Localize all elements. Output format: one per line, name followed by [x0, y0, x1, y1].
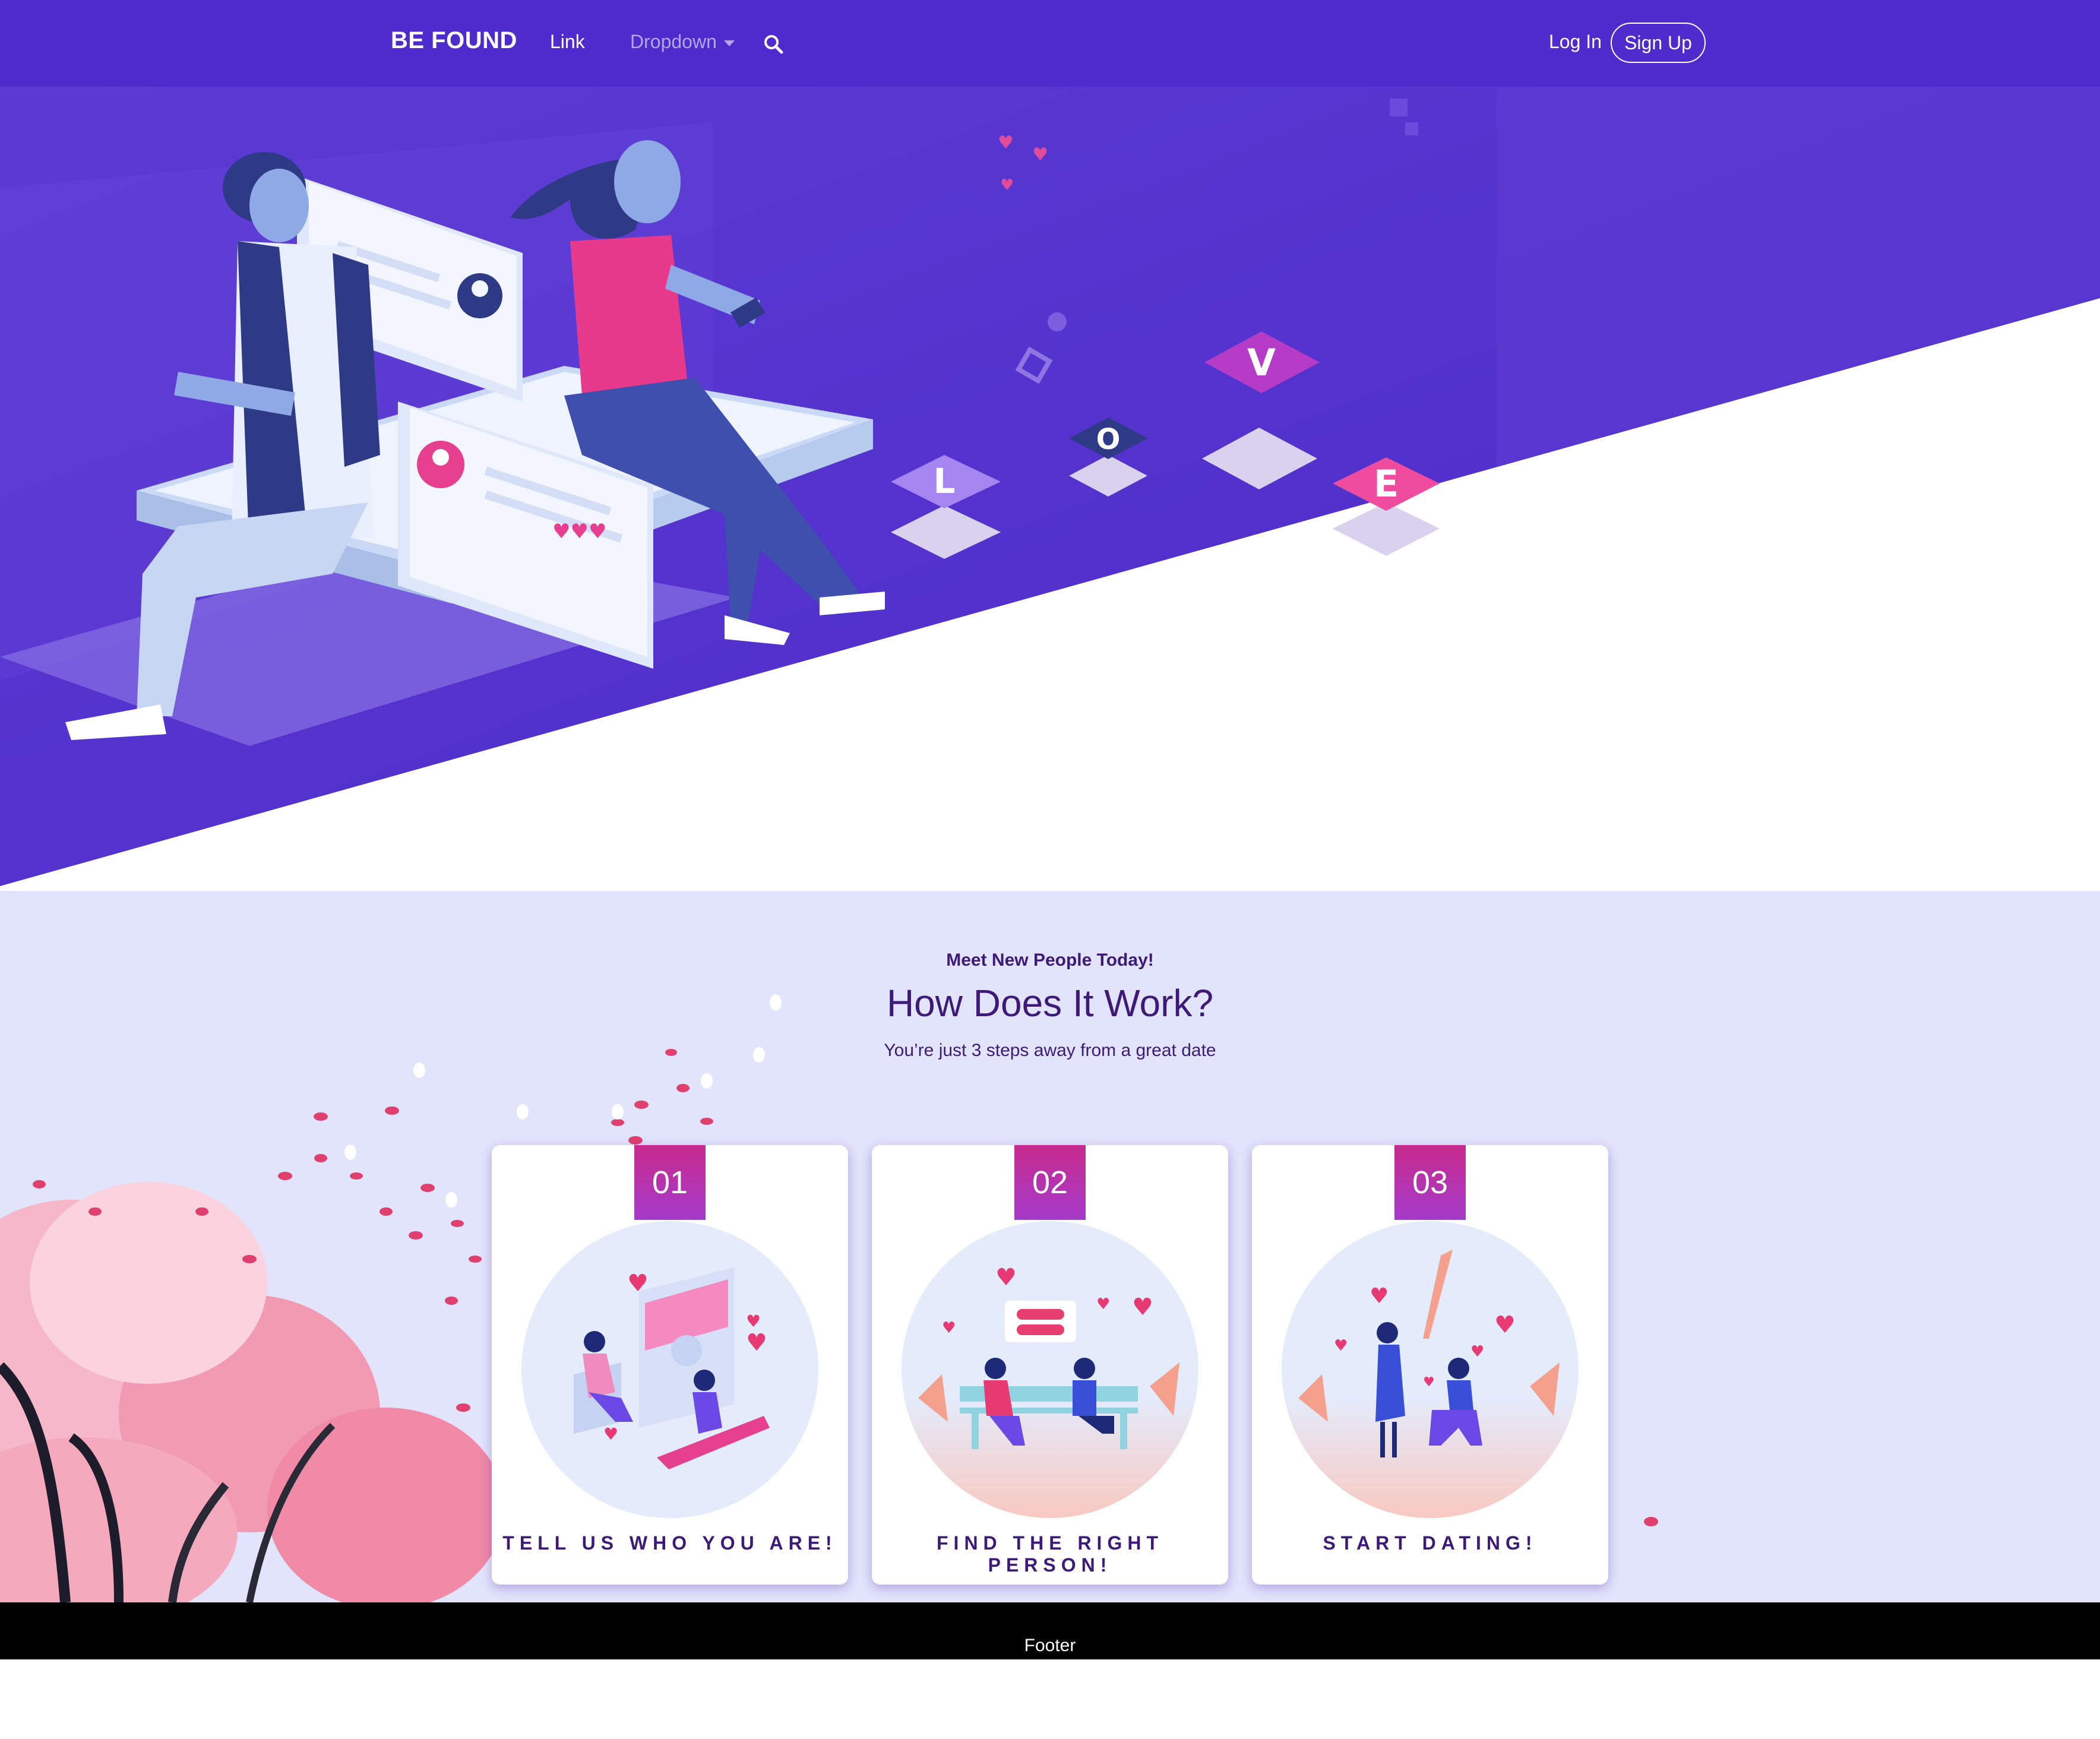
step-illustration-profile: ♥ ♥ ♥ ♥: [521, 1221, 818, 1518]
svg-text:♥: ♥: [1423, 1375, 1435, 1390]
navbar-inner: BE FOUND Link Dropdown Log In Sign Up: [0, 0, 2100, 87]
section-subtitle: You’re just 3 steps away from a great da…: [884, 1041, 1216, 1060]
svg-text:♥: ♥: [1132, 1294, 1153, 1321]
step-card[interactable]: 01 ♥ ♥ ♥ ♥ TELL US WHO YOU ARE!: [492, 1145, 848, 1585]
svg-text:♥: ♥: [1334, 1337, 1348, 1355]
decor-square: [1405, 122, 1418, 135]
hero-section: ♥♥♥ ×: [0, 87, 2100, 891]
footer-text: Footer: [1024, 1636, 1076, 1655]
step-label: TELL US WHO YOU ARE!: [502, 1532, 837, 1554]
svg-text:♥: ♥: [1470, 1343, 1484, 1361]
svg-text:♥♥♥: ♥♥♥: [552, 520, 606, 543]
caret-down-icon: [723, 40, 735, 46]
step-card[interactable]: 02 ♥ ♥ ♥ ♥ FIND THE RIGHT PERSON!: [872, 1145, 1228, 1585]
step-card[interactable]: 03 ♥ ♥ ♥ ♥ ♥ START DATING!: [1252, 1145, 1608, 1585]
step-number: 02: [1014, 1145, 1086, 1220]
nav-dropdown[interactable]: Dropdown: [630, 31, 735, 53]
svg-text:♥: ♥: [942, 1319, 956, 1337]
how-it-works-section: Meet New People Today! How Does It Work?…: [0, 891, 2100, 1602]
letter-l: L: [934, 461, 956, 501]
navbar: BE FOUND Link Dropdown Log In Sign Up: [0, 0, 2100, 87]
decor-square: [1390, 99, 1408, 116]
section-title: How Does It Work?: [886, 982, 1214, 1025]
letter-e: E: [1374, 462, 1399, 505]
svg-text:♥: ♥: [1370, 1284, 1389, 1308]
heart-icon: ♥: [998, 132, 1014, 153]
hero-illustration: ♥♥♥ ×: [0, 87, 2100, 886]
svg-text:♥: ♥: [995, 1264, 1017, 1291]
search-icon[interactable]: [763, 33, 784, 55]
step-illustration-dating: ♥ ♥ ♥ ♥ ♥: [1282, 1221, 1579, 1518]
decor-dot: [1048, 312, 1067, 331]
svg-text:♥: ♥: [627, 1270, 649, 1297]
heart-icon: ♥: [1032, 144, 1048, 165]
step-illustration-match: ♥ ♥ ♥ ♥: [902, 1221, 1198, 1518]
svg-text:♥: ♥: [1096, 1295, 1110, 1313]
brand-logo[interactable]: BE FOUND: [391, 27, 517, 54]
signup-button[interactable]: Sign Up: [1611, 23, 1706, 63]
tree-foliage: [267, 1408, 505, 1602]
nav-link[interactable]: Link: [550, 31, 585, 53]
letter-o: O: [1096, 423, 1121, 456]
step-label: FIND THE RIGHT PERSON!: [937, 1532, 1163, 1576]
step-number: 03: [1394, 1145, 1466, 1220]
hero-panel: [1497, 87, 2100, 467]
login-link[interactable]: Log In: [1549, 31, 1602, 53]
step-number: 01: [634, 1145, 706, 1220]
footer: Footer: [0, 1602, 2100, 1659]
heart-icon: ♥: [1000, 176, 1014, 194]
step-label: START DATING!: [1323, 1532, 1538, 1554]
section-eyebrow: Meet New People Today!: [946, 950, 1154, 970]
tree-foliage: [30, 1182, 267, 1384]
nav-dropdown-label: Dropdown: [630, 31, 717, 52]
svg-text:♥: ♥: [746, 1311, 761, 1331]
svg-text:♥: ♥: [603, 1424, 618, 1444]
svg-text:♥: ♥: [1494, 1311, 1516, 1339]
letter-v: V: [1247, 341, 1276, 384]
svg-text:♥: ♥: [746, 1329, 767, 1357]
